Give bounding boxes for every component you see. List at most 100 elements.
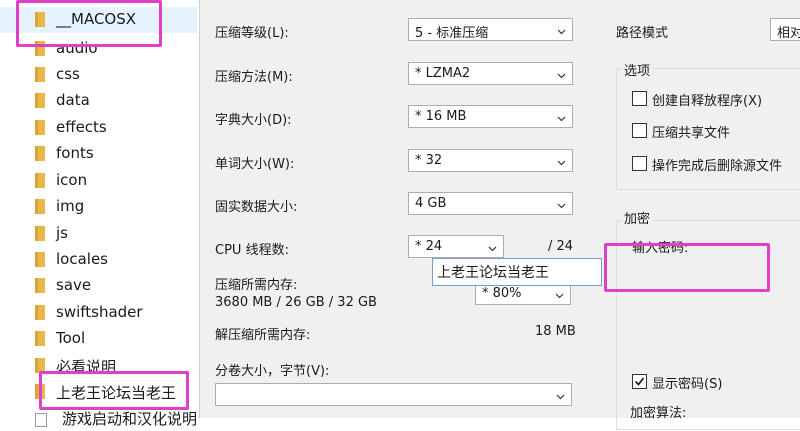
folder-icon (35, 12, 45, 27)
folder-icon (35, 252, 45, 267)
list-item[interactable]: css (0, 62, 197, 88)
word-size-label: 单词大小(W): (215, 157, 295, 172)
password-input-box[interactable] (432, 258, 602, 286)
list-item[interactable]: __MACOSX (0, 7, 197, 33)
dictionary-size-value: * 16 MB (415, 109, 467, 124)
folder-icon (35, 120, 45, 135)
list-item[interactable]: locales (0, 247, 197, 273)
decompression-memory-value: 18 MB (535, 324, 576, 339)
folder-icon (35, 331, 45, 346)
compression-level-label: 压缩等级(L): (215, 26, 289, 41)
split-volume-label: 分卷大小，字节(V): (215, 364, 330, 379)
compression-memory-value: 3680 MB / 26 GB / 32 GB (215, 295, 377, 310)
path-mode-label: 路径模式 (616, 26, 669, 41)
compression-level-select[interactable]: 5 - 标准压缩 (408, 18, 573, 41)
file-list: __MACOSX audio css data effects fonts ic… (0, 0, 197, 428)
folder-icon (35, 41, 45, 56)
shared-files-checkbox[interactable] (632, 123, 647, 138)
folder-icon (35, 278, 45, 293)
solid-block-size-label: 固实数据大小: (215, 200, 298, 215)
file-name: 游戏启动和汉化说明 (62, 410, 198, 428)
show-password-label: 显示密码(S) (652, 377, 723, 392)
delete-after-label: 操作完成后删除源文件 (652, 159, 783, 174)
folder-icon (35, 173, 45, 188)
folder-icon (35, 67, 45, 82)
document-icon (35, 413, 47, 427)
split-volume-select[interactable] (215, 383, 572, 406)
list-item[interactable]: 必看说明 (0, 353, 197, 379)
path-mode-select[interactable]: 相对 (770, 18, 800, 41)
file-name: audio (56, 39, 98, 57)
checkmark-icon (634, 377, 645, 386)
cpu-threads-total: / 24 (548, 239, 574, 254)
compression-method-select[interactable]: * LZMA2 (408, 62, 573, 85)
list-item[interactable]: audio (0, 36, 197, 62)
file-name: effects (56, 118, 107, 136)
compression-method-value: * LZMA2 (415, 66, 471, 81)
list-item[interactable]: data (0, 88, 197, 114)
file-name: 必看说明 (56, 358, 117, 376)
shared-files-label: 压缩共享文件 (652, 126, 731, 141)
file-name: Tool (56, 329, 86, 347)
folder-icon (35, 93, 45, 108)
dictionary-size-select[interactable]: * 16 MB (408, 105, 573, 128)
folder-icon (35, 199, 45, 214)
solid-block-size-select[interactable]: 4 GB (408, 192, 573, 215)
file-name: swiftshader (56, 303, 143, 321)
file-name: fonts (56, 144, 94, 162)
list-item[interactable]: fonts (0, 141, 197, 167)
folder-icon (35, 146, 45, 161)
show-password-checkbox[interactable] (632, 374, 647, 389)
file-name: data (56, 91, 90, 109)
chevron-down-icon (557, 69, 566, 79)
chevron-down-icon (555, 289, 564, 299)
delete-after-checkbox[interactable] (632, 156, 647, 171)
compression-level-value: 5 - 标准压缩 (415, 26, 489, 41)
list-item[interactable]: js (0, 221, 197, 247)
folder-icon (35, 226, 45, 241)
compression-memory-label: 压缩所需内存: (215, 278, 298, 293)
chevron-down-icon (557, 199, 566, 209)
cpu-threads-label: CPU 线程数: (215, 243, 289, 258)
file-name: locales (56, 250, 108, 268)
file-name: img (56, 197, 85, 215)
list-item[interactable]: 游戏启动和汉化说明 (0, 405, 197, 431)
file-name: save (56, 276, 92, 294)
word-size-select[interactable]: * 32 (408, 149, 573, 172)
folder-icon (35, 384, 45, 399)
encryption-title: 加密 (622, 208, 653, 227)
list-item[interactable]: effects (0, 115, 197, 141)
dictionary-size-label: 字典大小(D): (215, 113, 292, 128)
chevron-down-icon (488, 242, 497, 252)
file-name: js (56, 224, 68, 242)
chevron-down-icon (557, 25, 566, 35)
file-name: __MACOSX (56, 10, 137, 28)
list-item[interactable]: icon (0, 168, 197, 194)
list-item[interactable]: img (0, 194, 197, 220)
list-item[interactable]: Tool (0, 326, 197, 352)
compression-method-label: 压缩方法(M): (215, 70, 293, 85)
cpu-threads-value: * 24 (415, 239, 443, 254)
decompression-memory-label: 解压缩所需内存: (215, 328, 311, 343)
list-item[interactable]: 上老王论坛当老王 (0, 379, 197, 405)
list-item[interactable]: swiftshader (0, 300, 197, 326)
list-item[interactable]: save (0, 273, 197, 299)
chevron-down-icon (556, 390, 565, 400)
chevron-down-icon (557, 156, 566, 166)
file-name: 上老王论坛当老王 (56, 384, 177, 402)
password-input[interactable] (433, 259, 601, 285)
path-mode-value: 相对 (777, 26, 800, 41)
encryption-method-label: 加密算法: (630, 406, 687, 421)
file-name: icon (56, 171, 88, 189)
chevron-down-icon (557, 112, 566, 122)
sfx-checkbox[interactable] (632, 91, 647, 106)
sfx-label: 创建自释放程序(X) (652, 94, 763, 109)
options-title: 选项 (622, 60, 653, 79)
file-name: css (56, 65, 80, 83)
solid-block-size-value: 4 GB (415, 196, 447, 211)
memory-usage-value: * 80% (482, 286, 522, 301)
folder-icon (35, 358, 45, 373)
word-size-value: * 32 (415, 153, 443, 168)
folder-icon (35, 305, 45, 320)
cpu-threads-select[interactable]: * 24 (408, 235, 504, 258)
